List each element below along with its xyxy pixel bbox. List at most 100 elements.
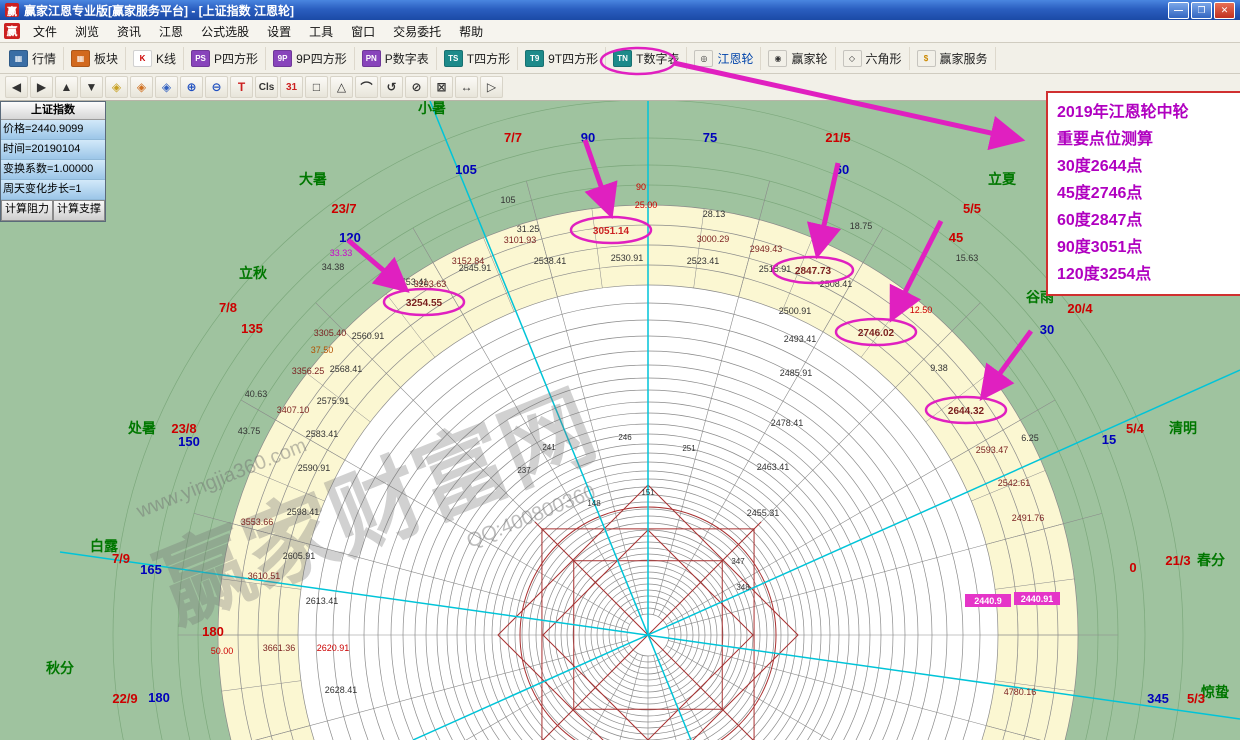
wheel-number: 3356.25 <box>292 366 325 376</box>
menu-items: 文件浏览资讯江恩公式选股设置工具窗口交易委托帮助 <box>24 23 492 40</box>
window-controls: — ❐ ✕ <box>1168 2 1235 19</box>
toolbar-p-number-button[interactable]: PNP数字表 <box>355 47 437 70</box>
maximize-button[interactable]: ❐ <box>1191 2 1212 19</box>
wheel-number: 2949.43 <box>750 244 783 254</box>
triangle-tool-icon[interactable]: △ <box>330 76 353 98</box>
text-tool-icon[interactable]: T <box>230 76 253 98</box>
toolbar-gann-wheel-button[interactable]: ◎江恩轮 <box>687 47 761 70</box>
menu-item-4[interactable]: 公式选股 <box>192 23 258 41</box>
arc-tool-icon[interactable]: ⌒ <box>355 76 378 98</box>
toolbar-winner-wheel-button[interactable]: ◉赢家轮 <box>761 47 835 70</box>
9t-square-icon: T9 <box>525 50 544 67</box>
menu-item-9[interactable]: 帮助 <box>450 23 492 41</box>
menu-item-3[interactable]: 江恩 <box>150 23 192 41</box>
annotation-line-0: 2019年江恩轮中轮 <box>1057 99 1240 126</box>
toolbar-t-square-button[interactable]: TST四方形 <box>437 47 518 70</box>
degree-label: 45 <box>949 230 963 245</box>
wheel-number: 3610.51 <box>248 571 281 581</box>
blocks-icon: ▦ <box>71 50 90 67</box>
wheel-number: 2593.47 <box>976 445 1009 455</box>
solar-term-label: 立秋 <box>239 265 268 281</box>
degree-label: 0 <box>1129 560 1136 575</box>
degree-label: 165 <box>140 562 162 577</box>
toolbar-hexagon-button[interactable]: ◇六角形 <box>836 47 910 70</box>
wheel-number: 3661.36 <box>263 643 296 653</box>
annotation-box: 2019年江恩轮中轮重要点位测算30度2644点45度2746点60度2847点… <box>1046 91 1240 296</box>
toolbar-label: 9P四方形 <box>296 50 347 67</box>
up-icon[interactable]: ▲ <box>55 76 78 98</box>
diamond-blue-icon[interactable]: ◈ <box>155 76 178 98</box>
wheel-number: 2500.91 <box>779 306 812 316</box>
toolbar-winner-service-button[interactable]: $赢家服务 <box>910 47 996 70</box>
wheel-number: 348 <box>736 583 750 592</box>
date-label: 7/7 <box>504 130 522 145</box>
kline-icon: K <box>133 50 152 67</box>
prev-icon[interactable]: ◀ <box>5 76 28 98</box>
toolbar-kline-button[interactable]: KK线 <box>126 47 184 70</box>
wheel-number: 3407.10 <box>277 405 310 415</box>
solar-term-label: 小暑 <box>418 101 446 116</box>
toolbar-9t-square-button[interactable]: T99T四方形 <box>518 47 606 70</box>
degree-label: 135 <box>241 321 263 336</box>
wheel-number: 2493.41 <box>784 334 817 344</box>
rotate-tool-icon[interactable]: ↺ <box>380 76 403 98</box>
info-button-0[interactable]: 计算阻力 <box>1 200 53 221</box>
wheel-number: 4780.16 <box>1004 687 1037 697</box>
annotation-line-1: 重要点位测算 <box>1057 126 1240 153</box>
wheel-number: 3101.93 <box>504 235 537 245</box>
rect-tool-icon[interactable]: □ <box>305 76 328 98</box>
zoom-in-icon[interactable]: ⊕ <box>180 76 203 98</box>
menu-item-1[interactable]: 浏览 <box>66 23 108 41</box>
degree-label: 75 <box>703 130 717 145</box>
key-value: 2746.02 <box>858 328 895 339</box>
wheel-number: 2530.91 <box>611 253 644 263</box>
minimize-button[interactable]: — <box>1168 2 1189 19</box>
date-label: 5/5 <box>963 201 981 216</box>
info-buttons: 计算阻力计算支撑 <box>1 200 105 221</box>
wheel-number: 6.25 <box>1021 433 1039 443</box>
menu-item-5[interactable]: 设置 <box>258 23 300 41</box>
date-label: 23/8 <box>171 421 196 436</box>
toolbar-quotes-grid-button[interactable]: ▦行情 <box>2 47 64 70</box>
select-tool-icon[interactable]: ▷ <box>480 76 503 98</box>
info-button-1[interactable]: 计算支撑 <box>53 200 105 221</box>
solar-term-label: 立夏 <box>988 171 1017 187</box>
boxed-x-tool-icon[interactable]: ⊠ <box>430 76 453 98</box>
wheel-number: 2491.76 <box>1012 513 1045 523</box>
date-label: 21/3 <box>1165 553 1190 568</box>
down-icon[interactable]: ▼ <box>80 76 103 98</box>
menu-item-7[interactable]: 窗口 <box>342 23 384 41</box>
app-icon: 赢 <box>5 3 19 17</box>
toolbar-t-number-button[interactable]: TNT数字表 <box>606 47 687 70</box>
toolbar-label: 赢家服务 <box>940 50 988 67</box>
toolbar-9p-square-button[interactable]: 9P9P四方形 <box>266 47 355 70</box>
toolbar-p-square-button[interactable]: PSP四方形 <box>184 47 266 70</box>
annotation-line-2: 30度2644点 <box>1057 153 1240 180</box>
calendar-icon[interactable]: 31 <box>280 76 303 98</box>
diamond-yellow-icon[interactable]: ◈ <box>105 76 128 98</box>
clear-button[interactable]: Cls <box>255 76 278 98</box>
menu-item-8[interactable]: 交易委托 <box>384 23 450 41</box>
menu-item-0[interactable]: 文件 <box>24 23 66 41</box>
diamond-orange-icon[interactable]: ◈ <box>130 76 153 98</box>
circle-tool-icon[interactable]: ⊘ <box>405 76 428 98</box>
wheel-number: 347 <box>731 557 745 566</box>
key-value: 2644.32 <box>948 406 985 417</box>
next-icon[interactable]: ▶ <box>30 76 53 98</box>
degree-label: 90 <box>581 130 595 145</box>
menu-item-2[interactable]: 资讯 <box>108 23 150 41</box>
menu-item-6[interactable]: 工具 <box>300 23 342 41</box>
zoom-out-icon[interactable]: ⊖ <box>205 76 228 98</box>
close-button[interactable]: ✕ <box>1214 2 1235 19</box>
title-bar: 赢 赢家江恩专业版[赢家服务平台] - [上证指数 江恩轮] — ❐ ✕ <box>0 0 1240 20</box>
date-label: 23/7 <box>331 201 356 216</box>
wheel-number: 148 <box>587 499 601 508</box>
toolbar-blocks-button[interactable]: ▦板块 <box>64 47 126 70</box>
date-label: 7/8 <box>219 300 237 315</box>
wheel-number: 2613.41 <box>306 596 339 606</box>
wheel-number: 241 <box>542 443 556 452</box>
menu-bar: 赢 文件浏览资讯江恩公式选股设置工具窗口交易委托帮助 <box>0 20 1240 43</box>
expand-tool-icon[interactable]: ↔ <box>455 76 478 98</box>
toolbar-label: 行情 <box>32 50 56 67</box>
wheel-number: 3305.40 <box>314 328 347 338</box>
